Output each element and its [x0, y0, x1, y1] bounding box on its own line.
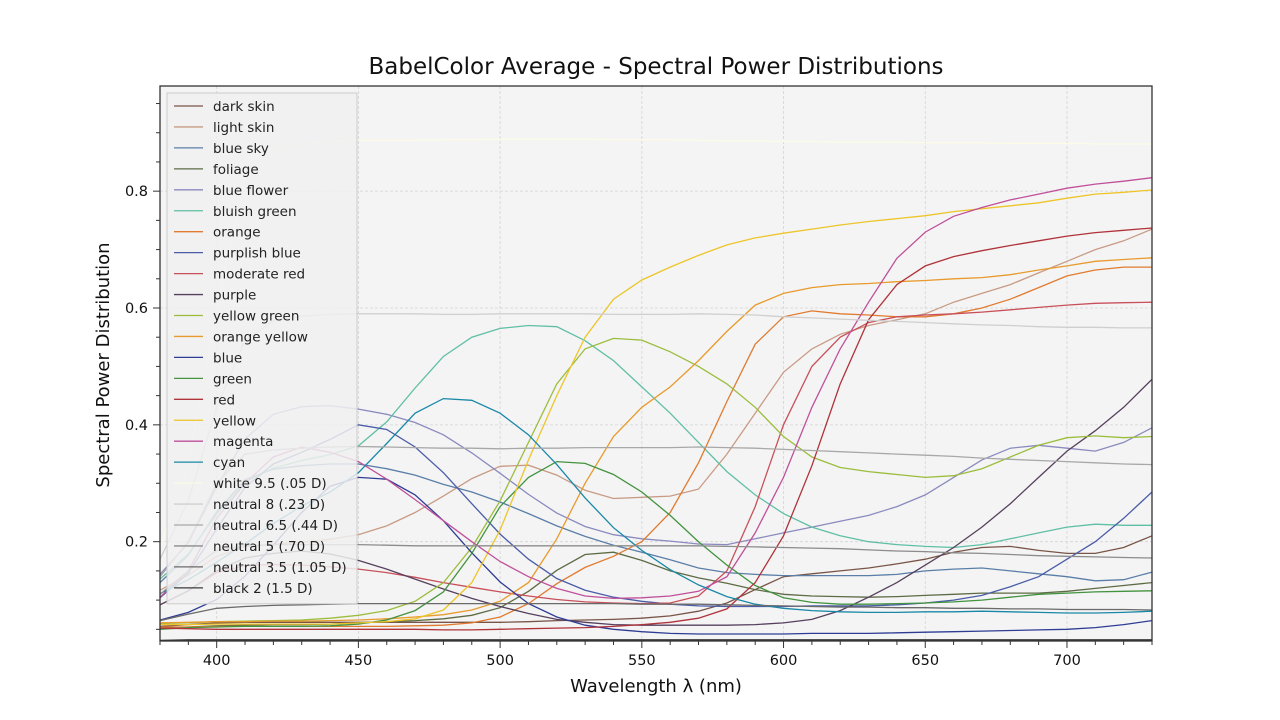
x-tick-label: 600 — [770, 653, 798, 669]
x-tick-label: 450 — [345, 653, 373, 669]
legend-label: yellow green — [213, 309, 299, 325]
x-tick-label: 700 — [1053, 653, 1081, 669]
legend-label: red — [213, 392, 235, 408]
legend-label: blue flower — [213, 183, 289, 199]
legend-label: dark skin — [213, 99, 275, 115]
legend: dark skin light skin blue sky foliage blue f… — [166, 92, 358, 605]
legend-label: purple — [213, 288, 256, 304]
legend-label: bluish green — [213, 204, 297, 220]
x-tick-label: 500 — [486, 653, 514, 669]
x-axis-label: Wavelength λ (nm) — [570, 676, 742, 697]
legend-label: black 2 (1.5 D) — [213, 581, 313, 597]
y-tick-label: 0.4 — [125, 418, 148, 434]
legend-label: moderate red — [213, 267, 305, 283]
legend-label: blue sky — [213, 141, 269, 157]
legend-label: yellow — [213, 413, 256, 429]
y-tick-label: 0.8 — [125, 184, 148, 200]
legend-label: foliage — [213, 162, 259, 178]
spd-chart: 400 450 500 550 600 650 700 0.2 0.4 0.6 0.8 dark … — [93, 54, 1153, 697]
x-tick-label: 550 — [628, 653, 656, 669]
legend-label: white 9.5 (.05 D) — [213, 476, 327, 492]
legend-label: orange yellow — [213, 329, 308, 345]
x-tick-label: 650 — [911, 653, 939, 669]
legend-label: neutral 3.5 (1.05 D) — [213, 560, 347, 576]
chart-title: BabelColor Average - Spectral Power Dist… — [368, 54, 943, 80]
legend-label: neutral 8 (.23 D) — [213, 497, 325, 513]
y-axis-label: Spectral Power Distribution — [93, 242, 114, 487]
legend-label: light skin — [213, 120, 274, 136]
y-axis: 0.2 0.4 0.6 0.8 — [125, 103, 160, 630]
legend-label: green — [213, 371, 252, 387]
legend-label: magenta — [213, 434, 273, 450]
legend-label: orange — [213, 225, 261, 241]
x-axis: 400 450 500 550 600 650 700 — [159, 641, 1153, 669]
y-tick-label: 0.2 — [125, 535, 148, 551]
legend-label: neutral 5 (.70 D) — [213, 539, 325, 555]
legend-label: cyan — [213, 455, 245, 471]
legend-label: neutral 6.5 (.44 D) — [213, 518, 338, 534]
legend-label: purplish blue — [213, 246, 301, 262]
series-line-black-2-1-5-d- — [160, 639, 1152, 641]
x-tick-label: 400 — [203, 653, 231, 669]
legend-label: blue — [213, 350, 242, 366]
y-tick-label: 0.6 — [125, 301, 148, 317]
